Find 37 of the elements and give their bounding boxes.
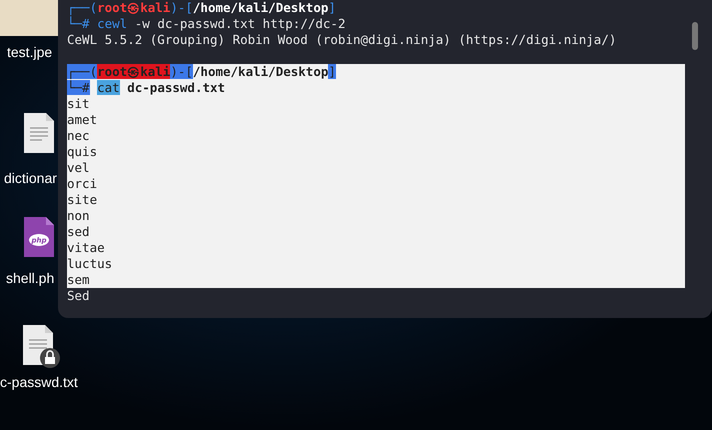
- prompt-frame: ]: [328, 0, 336, 15]
- file-name-label[interactable]: shell.ph: [6, 270, 54, 286]
- prompt-user: root㉿kali: [97, 0, 170, 15]
- file-name-label[interactable]: test.jpe: [7, 44, 52, 60]
- prompt-user: root㉿kali: [97, 64, 170, 79]
- output-line: non: [67, 208, 90, 223]
- output-line: vel: [67, 160, 90, 175]
- command-name: cat: [97, 80, 120, 95]
- prompt-frame: ┌──(: [67, 0, 98, 15]
- prompt-path: /home/kali/Desktop: [192, 64, 328, 79]
- file-name-label[interactable]: dictionar: [4, 170, 57, 186]
- command-arguments: -w dc-passwd.txt http://dc-2: [134, 16, 346, 31]
- prompt-frame: )-[: [170, 0, 193, 15]
- prompt-path: /home/kali/Desktop: [192, 0, 328, 15]
- command-arguments: dc-passwd.txt: [127, 80, 226, 95]
- output-line: luctus: [67, 256, 112, 271]
- output-line: orci: [67, 176, 98, 191]
- prompt-frame: └─#: [67, 16, 90, 31]
- locked-document-icon[interactable]: [22, 324, 60, 368]
- document-icon[interactable]: [23, 112, 55, 154]
- output-line: Sed: [67, 288, 90, 303]
- output-line: CeWL 5.5.2 (Grouping) Robin Wood (robin@digi.ninja) (https://digi.ninja/): [67, 32, 616, 47]
- scrollbar-thumb[interactable]: [692, 22, 698, 50]
- output-line: vitae: [67, 240, 105, 255]
- output-line: quis: [67, 144, 98, 159]
- prompt-frame: ┌──(: [67, 64, 98, 79]
- prompt-frame: └─#: [67, 80, 90, 95]
- output-line: site: [67, 192, 98, 207]
- prompt-frame: ]: [328, 64, 336, 79]
- output-line: sed: [67, 224, 90, 239]
- output-line: sit: [67, 96, 90, 111]
- command-name: cewl: [97, 16, 128, 31]
- file-name-label[interactable]: c-passwd.txt: [0, 374, 78, 390]
- output-line: amet: [67, 112, 98, 127]
- prompt-frame: )-[: [170, 64, 193, 79]
- output-line: nec: [67, 128, 90, 143]
- output-line: sem: [67, 272, 90, 287]
